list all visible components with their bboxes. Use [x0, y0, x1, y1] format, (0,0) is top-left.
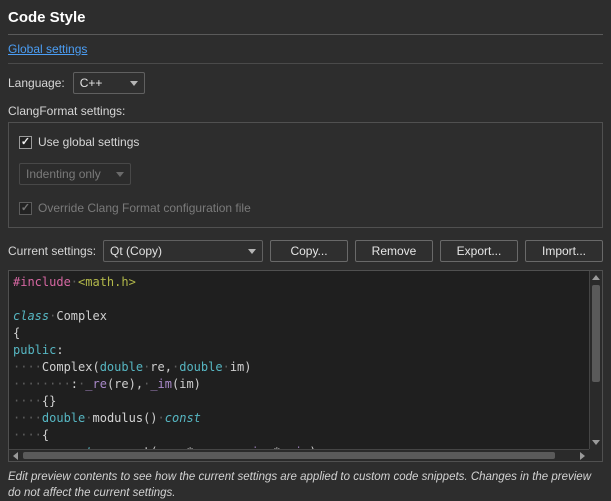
code-line: {: [13, 325, 589, 342]
vertical-scrollbar[interactable]: [589, 271, 602, 449]
clangformat-mode-combobox: Indenting only: [19, 163, 131, 185]
current-settings-value: Qt (Copy): [110, 244, 162, 258]
scroll-left-icon[interactable]: [9, 450, 22, 461]
checkbox-checked-icon: [19, 136, 32, 149]
global-settings-link[interactable]: Global settings: [8, 42, 87, 56]
clangformat-section-label: ClangFormat settings:: [8, 104, 603, 118]
code-preview-editor[interactable]: #include·<math.h> class·Complex{public:·…: [8, 270, 603, 462]
vertical-scrollbar-track[interactable]: [590, 284, 602, 436]
code-editor-content[interactable]: #include·<math.h> class·Complex{public:·…: [9, 271, 589, 449]
code-line: ····double·modulus()·const: [13, 410, 589, 427]
horizontal-scrollbar-track[interactable]: [22, 450, 576, 461]
import-button[interactable]: Import...: [525, 240, 603, 262]
current-settings-combobox[interactable]: Qt (Copy): [103, 240, 263, 262]
export-button[interactable]: Export...: [440, 240, 518, 262]
override-config-checkbox: Override Clang Format configuration file: [19, 201, 592, 215]
copy-button[interactable]: Copy...: [270, 240, 348, 262]
chevron-down-icon: [116, 172, 124, 177]
code-line: class·Complex: [13, 308, 589, 325]
clangformat-mode-value: Indenting only: [26, 167, 101, 181]
horizontal-scrollbar-thumb[interactable]: [23, 452, 555, 459]
language-row: Language: C++: [8, 72, 603, 94]
current-settings-row: Current settings: Qt (Copy) Copy... Remo…: [8, 240, 603, 262]
remove-button[interactable]: Remove: [355, 240, 433, 262]
chevron-down-icon: [130, 81, 138, 86]
clangformat-groupbox: Use global settings Indenting only Overr…: [8, 122, 603, 228]
vertical-scrollbar-thumb[interactable]: [592, 285, 600, 382]
code-line: public:: [13, 342, 589, 359]
horizontal-scrollbar[interactable]: [9, 449, 589, 461]
scroll-down-icon[interactable]: [590, 436, 602, 449]
scroll-right-icon[interactable]: [576, 450, 589, 461]
chevron-down-icon: [248, 249, 256, 254]
link-separator: [8, 63, 603, 64]
code-line: #include·<math.h>: [13, 274, 589, 291]
page-title: Code Style: [8, 8, 603, 34]
use-global-settings-checkbox[interactable]: Use global settings: [19, 135, 592, 149]
scrollbar-corner: [589, 449, 602, 461]
code-line: [13, 291, 589, 308]
current-settings-label: Current settings:: [8, 244, 96, 258]
footer-note: Edit preview contents to see how the cur…: [8, 470, 603, 501]
code-line: ········:·_re(re),·_im(im): [13, 376, 589, 393]
code-line: ····Complex(double·re,·double·im): [13, 359, 589, 376]
language-label: Language:: [8, 76, 65, 90]
title-separator: [8, 34, 603, 35]
override-config-label: Override Clang Format configuration file: [38, 201, 251, 215]
language-combobox-value: C++: [80, 76, 103, 90]
code-line: ····{: [13, 427, 589, 444]
use-global-settings-label: Use global settings: [38, 135, 139, 149]
checkbox-checked-icon: [19, 202, 32, 215]
language-combobox[interactable]: C++: [73, 72, 145, 94]
code-line: ····{}: [13, 393, 589, 410]
scroll-up-icon[interactable]: [590, 271, 602, 284]
